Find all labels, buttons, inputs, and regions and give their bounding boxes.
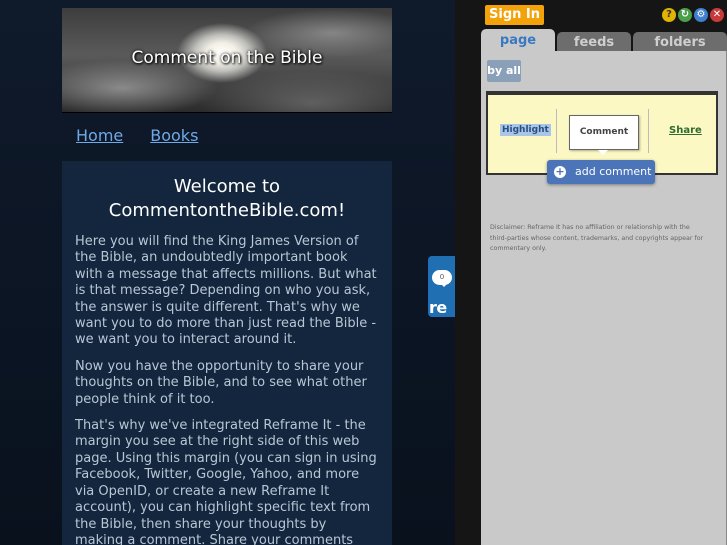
tab-folders[interactable]: folders xyxy=(633,32,727,51)
nav-home-link[interactable]: Home xyxy=(76,126,123,148)
welcome-heading: Welcome to CommentontheBible.com! xyxy=(108,176,346,221)
tab-page[interactable]: page xyxy=(481,29,555,53)
reframe-paragraph: That's why we've integrated Reframe It -… xyxy=(75,418,377,545)
hint-share-label: Share xyxy=(669,125,702,136)
sidebar-toolbar: ? ↻ ⚙ ✕ xyxy=(662,8,724,22)
filter-by-all-button[interactable]: by all xyxy=(487,60,521,82)
hint-divider xyxy=(556,109,557,153)
refresh-icon[interactable]: ↻ xyxy=(678,8,692,22)
disclaimer-text: Disclaimer: Reframe It has no affiliatio… xyxy=(490,224,704,252)
nav-books-link[interactable]: Books xyxy=(150,126,198,148)
hint-divider xyxy=(648,109,649,153)
settings-icon[interactable]: ⚙ xyxy=(694,8,708,22)
reframe-toggle-tab[interactable]: 0 re xyxy=(428,256,455,317)
site-nav: Home Books xyxy=(76,126,198,148)
welcome-content: Welcome to CommentontheBible.com! Here y… xyxy=(62,161,392,545)
plus-icon: + xyxy=(554,165,566,178)
site-banner: Comment on the Bible xyxy=(62,8,392,113)
comment-count-bubble-icon: 0 xyxy=(432,270,452,287)
tab-feeds[interactable]: feeds xyxy=(557,32,631,51)
hint-highlight-label: Highlight xyxy=(500,124,551,136)
help-icon[interactable]: ? xyxy=(662,8,676,22)
sign-in-button[interactable]: Sign In xyxy=(485,5,544,25)
share-paragraph: Now you have the opportunity to share yo… xyxy=(75,358,367,407)
intro-paragraph: Here you will find the King James Versio… xyxy=(75,234,377,348)
reframe-tab-label: re xyxy=(429,298,447,317)
hint-comment-bubble: Comment xyxy=(569,115,639,155)
banner-title: Comment on the Bible xyxy=(131,48,323,68)
reframe-sidebar: Sign In ? ↻ ⚙ ✕ page feeds folders by al… xyxy=(455,0,727,545)
main-site: Comment on the Bible Home Books Welcome … xyxy=(0,0,455,545)
page-panel: by all Highlight Comment Share + add com… xyxy=(481,51,727,545)
add-comment-label: add comment xyxy=(575,165,652,178)
close-icon[interactable]: ✕ xyxy=(710,8,724,22)
add-comment-button[interactable]: + add comment xyxy=(547,160,655,184)
